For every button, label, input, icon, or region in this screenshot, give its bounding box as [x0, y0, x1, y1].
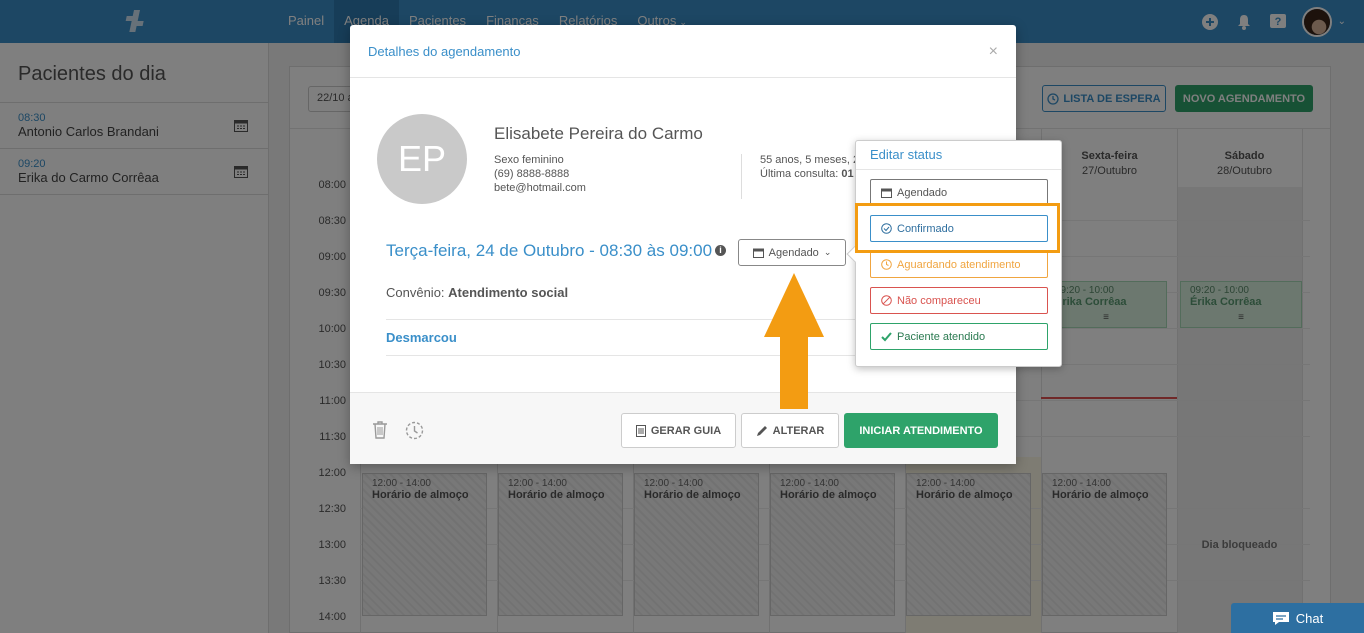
patient-phone: (69) 8888-8888: [494, 168, 570, 180]
trash-icon[interactable]: [372, 421, 388, 439]
patient-stats: 55 anos, 5 meses, 2 Última consulta: 01: [760, 153, 859, 181]
status-option-label: Agendado: [897, 186, 948, 199]
edit-button[interactable]: ALTERAR: [741, 413, 839, 448]
pencil-icon: [756, 425, 767, 436]
desmarcou-link[interactable]: Desmarcou: [386, 330, 457, 345]
patient-avatar: EP: [377, 114, 467, 204]
last-visit-value: 01: [841, 168, 854, 180]
chevron-down-icon: ⌄: [823, 247, 832, 257]
patient-name: Elisabete Pereira do Carmo: [494, 124, 703, 143]
arrow-up-annotation: [764, 273, 824, 409]
calendar-icon: [752, 248, 764, 258]
last-visit-label: Última consulta:: [760, 168, 839, 180]
calendar-icon: [881, 188, 892, 198]
ban-icon: [881, 295, 892, 306]
last-visit: Última consulta: 01: [760, 167, 859, 181]
clock-icon: [881, 259, 892, 270]
highlight-annotation: [855, 203, 1060, 253]
popover-title: Editar status: [856, 141, 1061, 170]
status-option-paciente-atendido[interactable]: Paciente atendido: [870, 323, 1048, 350]
status-option-label: Paciente atendido: [897, 330, 986, 343]
edit-status-popover: Editar status Agendado Confirmado Aguard…: [846, 140, 1062, 367]
close-icon[interactable]: ×: [989, 43, 998, 61]
chat-button[interactable]: Chat: [1231, 603, 1364, 633]
info-icon[interactable]: i: [715, 245, 726, 256]
patient-contact: Sexo feminino (69) 8888-8888 bete@hotmai…: [494, 153, 586, 195]
status-dropdown-button[interactable]: Agendado ⌄: [738, 239, 846, 266]
check-icon: [881, 331, 892, 341]
modal-footer: GERAR GUIA ALTERAR INICIAR ATENDIMENTO: [350, 392, 1016, 464]
history-icon[interactable]: [405, 421, 424, 440]
divider: [741, 154, 742, 199]
chat-label: Chat: [1295, 610, 1324, 626]
generate-guide-label: GERAR GUIA: [650, 424, 722, 437]
convenio-value: Atendimento social: [448, 285, 569, 300]
modal-title: Detalhes do agendamento: [368, 44, 521, 59]
status-option-label: Não compareceu: [897, 294, 981, 307]
patient-sex: Sexo feminino: [494, 154, 564, 166]
status-option-label: Aguardando atendimento: [897, 258, 1021, 271]
status-option-aguardando[interactable]: Aguardando atendimento: [870, 251, 1048, 278]
status-option-nao-compareceu[interactable]: Não compareceu: [870, 287, 1048, 314]
document-icon: [635, 424, 646, 437]
patient-email: bete@hotmail.com: [494, 182, 586, 194]
appointment-datetime: Terça-feira, 24 de Outubro - 08:30 às 09…: [386, 241, 713, 260]
status-option-agendado[interactable]: Agendado: [870, 179, 1048, 206]
convenio: Convênio: Atendimento social: [386, 285, 568, 300]
generate-guide-button[interactable]: GERAR GUIA: [621, 413, 736, 448]
edit-label: ALTERAR: [772, 424, 825, 437]
modal-header: Detalhes do agendamento ×: [350, 25, 1016, 78]
start-appointment-button[interactable]: INICIAR ATENDIMENTO: [844, 413, 998, 448]
patient-age: 55 anos, 5 meses, 2: [760, 154, 860, 166]
convenio-label: Convênio:: [386, 285, 445, 300]
status-label: Agendado: [768, 246, 819, 259]
chat-icon: [1272, 611, 1289, 625]
